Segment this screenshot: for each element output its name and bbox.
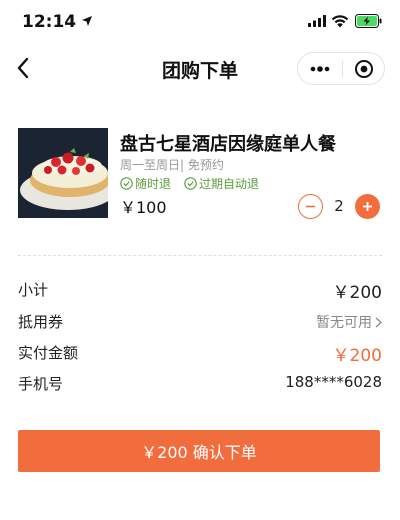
phone-row[interactable]: 手机号 188****6028 <box>18 373 382 397</box>
confirm-order-button[interactable]: ￥200 确认下单 <box>18 430 380 472</box>
phone-label: 手机号 <box>18 375 64 393</box>
target-close-icon <box>355 59 373 78</box>
nav-bar: 团购下单 <box>0 44 400 92</box>
tag-label: 随时退 <box>135 177 172 191</box>
location-arrow-icon <box>82 16 92 26</box>
signal-icon <box>308 15 326 27</box>
coupon-row[interactable]: 抵用券 暂无可用 <box>18 311 382 335</box>
wifi-icon <box>331 15 349 28</box>
chevron-right-icon <box>375 317 382 327</box>
quantity-value: 2 <box>334 197 344 215</box>
phone-value[interactable]: 188****6028 <box>285 373 382 391</box>
coupon-value: 暂无可用 <box>316 315 372 331</box>
paid-amount-label: 实付金额 <box>18 344 79 362</box>
battery-charging-icon <box>355 14 382 28</box>
plus-icon <box>363 202 372 211</box>
paid-amount-value: ￥200 <box>332 346 382 366</box>
auto-refund-tag: 过期自动退 <box>184 175 259 192</box>
status-bar: 12:14 <box>0 0 400 44</box>
tag-label: 过期自动退 <box>199 177 260 191</box>
decrease-button[interactable] <box>298 194 323 219</box>
product-price: ￥100 <box>120 198 167 217</box>
product-schedule: 周一至周日| 免预约 <box>120 158 224 172</box>
more-button[interactable] <box>298 53 342 84</box>
product-name: 盘古七星酒店因缘庭单人餐 <box>120 134 336 155</box>
minus-icon <box>306 205 315 208</box>
subtotal-value: ￥200 <box>332 283 382 303</box>
check-circle-icon <box>120 177 133 190</box>
divider <box>18 255 382 256</box>
product-image <box>18 128 108 218</box>
increase-button[interactable] <box>355 194 380 219</box>
subtotal-row: 小计 ￥200 <box>18 279 382 303</box>
paid-amount-row: 实付金额 ￥200 <box>18 342 382 366</box>
more-dots-icon <box>310 65 330 72</box>
coupon-label: 抵用券 <box>18 313 64 331</box>
close-button[interactable] <box>343 53 385 84</box>
subtotal-label: 小计 <box>18 281 49 299</box>
check-circle-icon <box>184 177 197 190</box>
refund-anytime-tag: 随时退 <box>120 175 171 192</box>
coupon-selector[interactable]: 暂无可用 <box>316 312 382 332</box>
status-time: 12:14 <box>22 12 77 32</box>
miniprogram-capsule <box>297 52 385 85</box>
quantity-stepper: 2 <box>298 194 382 220</box>
